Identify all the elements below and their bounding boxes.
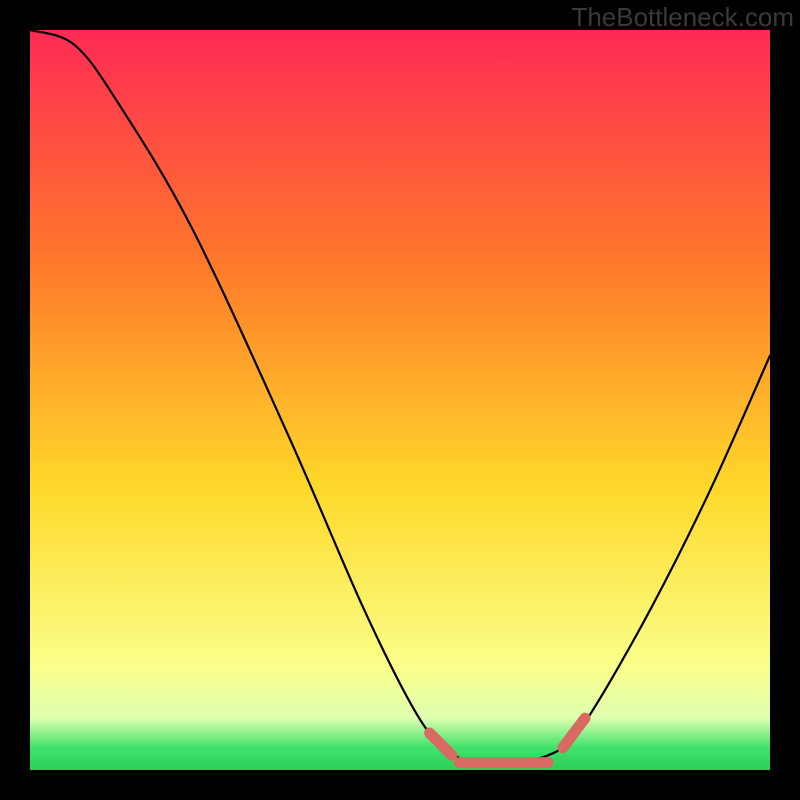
- chart-frame: [30, 30, 770, 770]
- chart-gradient-background: [30, 30, 770, 770]
- watermark-text: TheBottleneck.com: [571, 2, 794, 33]
